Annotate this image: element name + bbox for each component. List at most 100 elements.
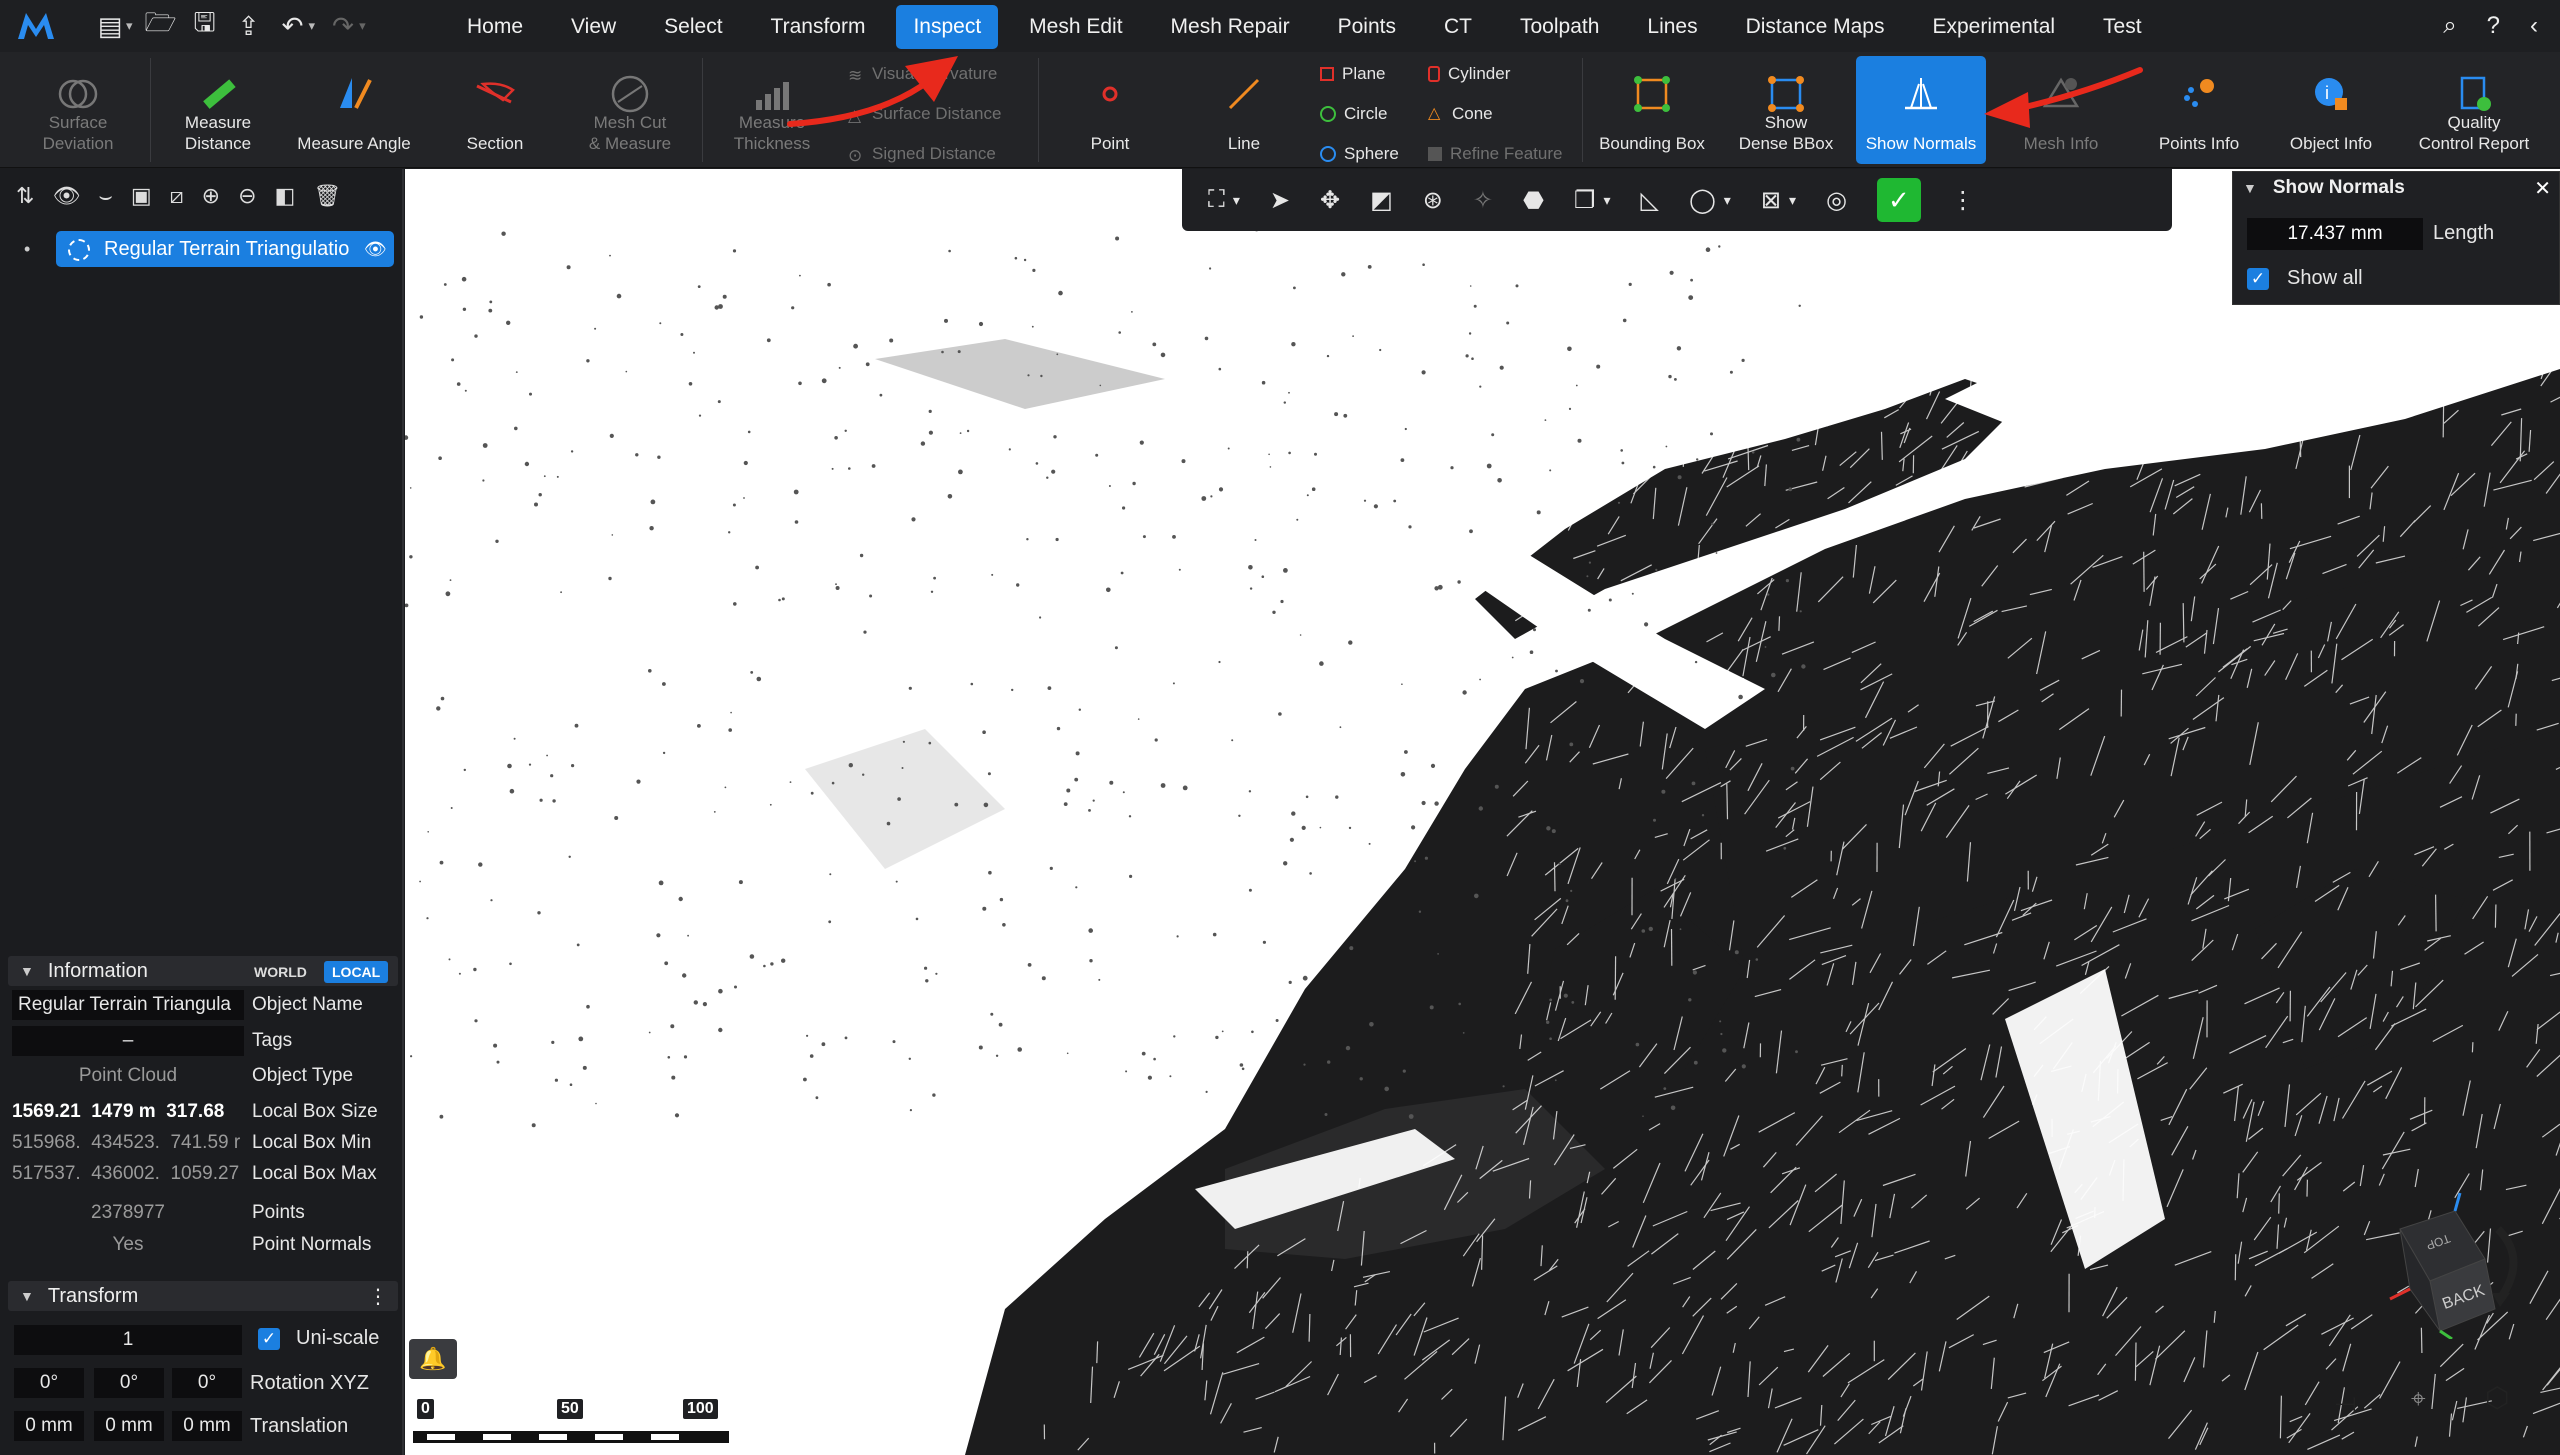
chevron-down-icon[interactable]: ▾ (1724, 192, 1731, 209)
scale-input[interactable]: 1 (14, 1325, 242, 1355)
information-header[interactable]: ▼ Information WORLD LOCAL (8, 956, 398, 986)
measure-distance-button[interactable]: Measure Distance (158, 56, 278, 164)
move-icon[interactable]: ✥ (1320, 186, 1340, 215)
uniscale-checkbox-row[interactable]: ✓ Uni-scale (258, 1327, 379, 1350)
world-toggle[interactable]: WORLD (246, 961, 315, 983)
mesh-info-button[interactable]: Mesh Info (1996, 56, 2126, 164)
normal-length-input[interactable]: 17.437 mm (2247, 218, 2423, 250)
tab-lines[interactable]: Lines (1630, 5, 1714, 49)
tab-view[interactable]: View (554, 5, 633, 49)
show-normals-button[interactable]: Show Normals (1856, 56, 1986, 164)
select-all-icon[interactable]: ▣ (131, 183, 152, 209)
transform-header[interactable]: ▼ Transform ⋮ (8, 1281, 398, 1311)
deselect-icon[interactable]: ⧄ (170, 183, 184, 209)
chevron-down-icon[interactable]: ▾ (1789, 192, 1796, 209)
lasso-icon[interactable]: ◯ (1689, 186, 1716, 215)
measure-tool-icon[interactable]: ⟞ (2335, 1387, 2357, 1419)
uniscale-checkbox[interactable]: ✓ (258, 1327, 280, 1350)
local-toggle[interactable]: LOCAL (324, 961, 389, 983)
visibility-eye-icon[interactable]: 👁 (364, 239, 387, 259)
chevron-down-icon[interactable]: ▾ (1233, 192, 1240, 209)
measure-angle-button[interactable]: Measure Angle (290, 56, 418, 164)
mesh-network-icon[interactable]: ✧ (1473, 186, 1493, 215)
tab-select[interactable]: Select (647, 5, 739, 49)
confirm-check-icon[interactable]: ✓ (1876, 178, 1921, 222)
split-view-icon[interactable]: ◧ (275, 183, 296, 209)
surface-deviation-button[interactable]: Surface Deviation (14, 56, 142, 164)
open-folder-icon[interactable]: 🗁 (139, 4, 183, 48)
tab-toolpath[interactable]: Toolpath (1503, 5, 1616, 49)
chevron-down-icon[interactable]: ▾ (359, 18, 366, 34)
tab-points[interactable]: Points (1321, 5, 1413, 49)
signed-distance-button[interactable]: ⊙ Signed Distance (848, 144, 996, 165)
delete-icon[interactable]: 🗑 (313, 183, 341, 209)
point-button[interactable]: Point (1060, 56, 1160, 164)
shading-icon[interactable]: ⬣ (1523, 186, 1544, 215)
chevron-down-icon[interactable]: ▾ (1603, 192, 1610, 209)
scene-tree-item[interactable]: Regular Terrain Triangulatio 👁 (56, 231, 394, 267)
fit-view-icon[interactable]: ⛶ (1208, 186, 1225, 214)
tab-transform[interactable]: Transform (754, 5, 883, 49)
tab-distance-maps[interactable]: Distance Maps (1729, 5, 1902, 49)
line-button[interactable]: Line (1194, 56, 1294, 164)
show-all-checkbox-row[interactable]: ✓ Show all (2247, 267, 2363, 290)
cone-button[interactable]: △ Cone (1428, 104, 1493, 124)
box-select-icon[interactable]: ⊠ (1761, 186, 1781, 215)
object-name-field[interactable]: Regular Terrain Triangula (12, 990, 244, 1020)
app-logo-icon[interactable] (14, 4, 58, 48)
show-dense-bbox-button[interactable]: Show Dense BBox (1726, 56, 1846, 164)
clipping-plane-icon[interactable]: ◺ (1640, 186, 1658, 215)
target-icon[interactable]: ◎ (1826, 186, 1847, 215)
close-icon[interactable]: ✕ (2534, 176, 2551, 201)
object-info-button[interactable]: i Object Info (2270, 56, 2392, 164)
move-down-icon[interactable]: ⊖ (238, 183, 256, 209)
plane-button[interactable]: Plane (1320, 64, 1385, 84)
iso-view-icon[interactable]: ⬡ (2485, 1381, 2509, 1414)
notification-bell-icon[interactable]: 🔔 (409, 1339, 457, 1379)
chevron-down-icon[interactable]: ▾ (309, 18, 316, 34)
bounding-box-button[interactable]: Bounding Box (1590, 56, 1714, 164)
rotation-y-input[interactable]: 0° (94, 1368, 164, 1398)
cylinder-button[interactable]: Cylinder (1428, 64, 1510, 84)
viewport-layout-icon[interactable]: ❐ (1574, 186, 1596, 215)
collapse-chevron-icon[interactable]: ‹ (2530, 12, 2538, 40)
surface-distance-button[interactable]: △ Surface Distance (848, 104, 1001, 125)
save-icon[interactable]: 🖫 (183, 4, 227, 48)
rotation-x-input[interactable]: 0° (14, 1368, 84, 1398)
section-button[interactable]: Section (440, 56, 550, 164)
sort-icon[interactable]: ⇅ (16, 183, 34, 209)
help-icon[interactable]: ? (2487, 12, 2500, 40)
chevron-down-icon[interactable]: ▾ (126, 18, 133, 34)
more-options-icon[interactable]: ⋮ (1951, 186, 1975, 215)
tab-experimental[interactable]: Experimental (1915, 5, 2072, 49)
show-all-checkbox[interactable]: ✓ (2247, 267, 2269, 290)
translation-x-input[interactable]: 0 mm (14, 1411, 84, 1441)
rotation-z-input[interactable]: 0° (172, 1368, 242, 1398)
refine-feature-button[interactable]: Refine Feature (1428, 144, 1562, 164)
select-cursor-icon[interactable]: ➤ (1270, 186, 1290, 215)
mesh-cut-button[interactable]: Mesh Cut & Measure (570, 56, 690, 164)
paint-select-icon[interactable]: ◩ (1370, 186, 1393, 215)
quality-control-report-button[interactable]: Quality Control Report (2404, 56, 2544, 164)
tab-inspect[interactable]: Inspect (896, 5, 999, 49)
rotate-icon[interactable]: ⊛ (1423, 186, 1443, 215)
fit-selection-icon[interactable]: ⌖ (2411, 1383, 2426, 1415)
sphere-button[interactable]: Sphere (1320, 144, 1399, 164)
show-normals-panel-header[interactable]: ▼ Show Normals (2233, 172, 2559, 204)
tab-test[interactable]: Test (2086, 5, 2159, 49)
show-icon[interactable]: 👁 (52, 183, 80, 209)
tab-ct[interactable]: CT (1427, 5, 1489, 49)
more-options-icon[interactable]: ⋮ (368, 1284, 388, 1309)
tags-field[interactable]: – (12, 1026, 244, 1056)
3d-viewport[interactable]: ⛶ ▾ ➤ ✥ ◩ ⊛ ✧ ⬣ ❐ ▾ ◺ ◯ ▾ ⊠ ▾ ◎ ✓ ⋮ 🔔 0 … (405, 169, 2560, 1455)
export-icon[interactable]: ⇪ (227, 4, 271, 48)
move-up-icon[interactable]: ⊕ (202, 183, 220, 209)
tab-mesh-repair[interactable]: Mesh Repair (1154, 5, 1307, 49)
view-cube[interactable]: TOP BACK (2360, 1189, 2530, 1341)
points-info-button[interactable]: Points Info (2134, 56, 2264, 164)
hide-icon[interactable]: ⌣ (98, 183, 112, 209)
tab-home[interactable]: Home (450, 5, 540, 49)
tab-mesh-edit[interactable]: Mesh Edit (1012, 5, 1139, 49)
visual-curvature-button[interactable]: ≋ Visual Curvature (848, 64, 997, 85)
measure-thickness-button[interactable]: Measure Thickness (712, 56, 832, 164)
